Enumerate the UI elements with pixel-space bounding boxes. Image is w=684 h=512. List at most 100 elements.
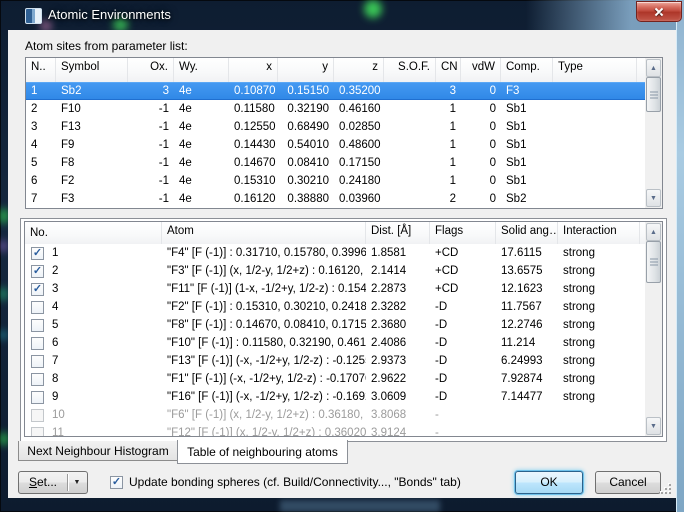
column-header[interactable]: CN (436, 58, 461, 82)
cell: 0.46160 (334, 100, 384, 118)
row-checkbox[interactable]: ✓ (31, 283, 44, 296)
atom-site-row[interactable]: 7F3-14e0.161200.388800.0396020Sb2 (26, 190, 645, 208)
cell: -D (430, 370, 496, 388)
cell: 12.2746 (496, 316, 558, 334)
column-header[interactable]: z (334, 58, 384, 82)
column-header[interactable]: Interaction (558, 222, 640, 244)
column-header[interactable]: N.. (26, 58, 56, 82)
atom-site-row[interactable]: 5F8-14e0.146700.084100.1715010Sb1 (26, 154, 645, 172)
neighbour-row[interactable]: 4"F2" [F (-1)] : 0.15310, 0.30210, 0.241… (25, 298, 645, 316)
tab-table-of-neighbouring-atoms[interactable]: Table of neighbouring atoms (177, 440, 348, 464)
column-header[interactable]: x (229, 58, 278, 82)
neighbour-row[interactable]: 9"F16" [F (-1)] (-x, -1/2+y, 1/2-z) : -0… (25, 388, 645, 406)
column-header[interactable]: Wy. (174, 58, 229, 82)
atom-site-row[interactable]: 6F2-14e0.153100.302100.2418010Sb1 (26, 172, 645, 190)
cell: 3 (128, 82, 174, 100)
cell: Sb2 (56, 82, 128, 100)
scroll-down-button[interactable]: ▼ (646, 189, 661, 207)
column-header[interactable]: Type (553, 58, 637, 82)
row-checkbox[interactable] (31, 391, 44, 404)
tab-next-neighbour-histogram[interactable]: Next Neighbour Histogram (18, 441, 178, 461)
neighbour-row[interactable]: ✓3"F11" [F (-1)] (1-x, -1/2+y, 1/2-z) : … (25, 280, 645, 298)
neighbours-rows: ✓1"F4" [F (-1)] : 0.31710, 0.15780, 0.39… (25, 244, 645, 436)
cell: ✓2 (25, 262, 162, 280)
cell: 6 (26, 172, 56, 190)
column-header[interactable]: Flags (430, 222, 496, 244)
cell: strong (558, 262, 640, 280)
column-header[interactable]: Dist. [Å] (366, 222, 430, 244)
cell: 0.17150 (334, 154, 384, 172)
column-header[interactable]: y (278, 58, 334, 82)
scrollbar-thumb[interactable] (646, 241, 661, 283)
neighbours-table: No.AtomDist. [Å]FlagsSolid ang…Interacti… (24, 221, 663, 437)
cell: 1 (436, 154, 461, 172)
atom-sites-scrollbar[interactable]: ▲ ▼ (645, 58, 662, 208)
neighbours-scrollbar[interactable]: ▲ ▼ (645, 222, 662, 436)
cell: 0 (461, 154, 501, 172)
row-number: 3 (52, 280, 58, 298)
cell: 4 (25, 298, 162, 316)
cell: - (430, 424, 496, 436)
ok-button[interactable]: OK (515, 471, 583, 494)
neighbour-row[interactable]: ✓1"F4" [F (-1)] : 0.31710, 0.15780, 0.39… (25, 244, 645, 262)
neighbours-header: No.AtomDist. [Å]FlagsSolid ang…Interacti… (25, 222, 645, 245)
column-header[interactable]: No. (25, 222, 162, 244)
neighbour-row[interactable]: 7"F13" [F (-1)] (-x, -1/2+y, 1/2-z) : -0… (25, 352, 645, 370)
row-checkbox[interactable] (31, 319, 44, 332)
column-header[interactable]: Symbol (56, 58, 128, 82)
chevron-down-icon[interactable]: ▼ (69, 472, 85, 493)
neighbour-row[interactable]: ✓2"F3" [F (-1)] (x, 1/2-y, 1/2+z) : 0.16… (25, 262, 645, 280)
row-checkbox[interactable]: ✓ (31, 265, 44, 278)
row-checkbox[interactable] (31, 427, 44, 437)
scroll-up-button[interactable]: ▲ (646, 59, 661, 77)
column-header[interactable]: Comp. (501, 58, 553, 82)
row-checkbox[interactable] (31, 337, 44, 350)
cell: -D (430, 298, 496, 316)
cell: 0.15150 (278, 82, 334, 100)
column-header[interactable]: Solid ang… (496, 222, 558, 244)
row-number: 9 (52, 388, 58, 406)
row-checkbox[interactable] (31, 409, 44, 422)
cell: 0.68490 (278, 118, 334, 136)
cell: -1 (128, 172, 174, 190)
neighbour-row[interactable]: 5"F8" [F (-1)] : 0.14670, 0.08410, 0.171… (25, 316, 645, 334)
cell: 0.08410 (278, 154, 334, 172)
cell: 2.2873 (366, 280, 430, 298)
scroll-up-button[interactable]: ▲ (646, 223, 661, 241)
row-checkbox[interactable]: ✓ (31, 247, 44, 260)
glass-reflection (0, 432, 8, 446)
title-bar[interactable]: Atomic Environments (0, 0, 684, 30)
scroll-down-button[interactable]: ▼ (646, 417, 661, 435)
neighbour-row[interactable]: 6"F10" [F (-1)] : 0.11580, 0.32190, 0.46… (25, 334, 645, 352)
resize-grip[interactable] (661, 484, 673, 496)
cell: ✓1 (25, 244, 162, 262)
column-header[interactable]: Atom (162, 222, 366, 244)
atom-site-row[interactable]: 4F9-14e0.144300.540100.4860010Sb1 (26, 136, 645, 154)
column-header[interactable]: vdW (461, 58, 501, 82)
cell: 10 (25, 406, 162, 424)
cell: -D (430, 316, 496, 334)
row-checkbox[interactable] (31, 373, 44, 386)
neighbour-row[interactable]: 11"F12" [F (-1)] (x, 1/2-y, 1/2+z) : 0.3… (25, 424, 645, 436)
cancel-button[interactable]: Cancel (595, 471, 661, 494)
row-checkbox[interactable] (31, 301, 44, 314)
scrollbar-thumb[interactable] (646, 77, 661, 112)
neighbour-row[interactable]: 8"F1" [F (-1)] (-x, -1/2+y, 1/2-z) : -0.… (25, 370, 645, 388)
atom-site-row[interactable]: 1Sb234e0.108700.151500.3520030F3 (26, 82, 645, 100)
atom-site-row[interactable]: 2F10-14e0.115800.321900.4616010Sb1 (26, 100, 645, 118)
cell: strong (558, 298, 640, 316)
close-button[interactable] (636, 1, 682, 22)
cell: -1 (128, 154, 174, 172)
row-checkbox[interactable] (31, 355, 44, 368)
set-split-button[interactable]: Set... ▼ (18, 471, 88, 494)
atom-site-row[interactable]: 3F13-14e0.125500.684900.0285010Sb1 (26, 118, 645, 136)
neighbour-row[interactable]: 10"F6" [F (-1)] (x, 1/2-y, 1/2+z) : 0.36… (25, 406, 645, 424)
cell: 2.9622 (366, 370, 430, 388)
cell: 1 (436, 118, 461, 136)
cell: 0 (461, 82, 501, 100)
row-number: 10 (52, 406, 65, 424)
update-bonding-checkbox[interactable]: ✓ (110, 476, 123, 489)
column-header[interactable]: S.O.F. (384, 58, 436, 82)
cell: -1 (128, 118, 174, 136)
column-header[interactable]: Ox. (128, 58, 174, 82)
